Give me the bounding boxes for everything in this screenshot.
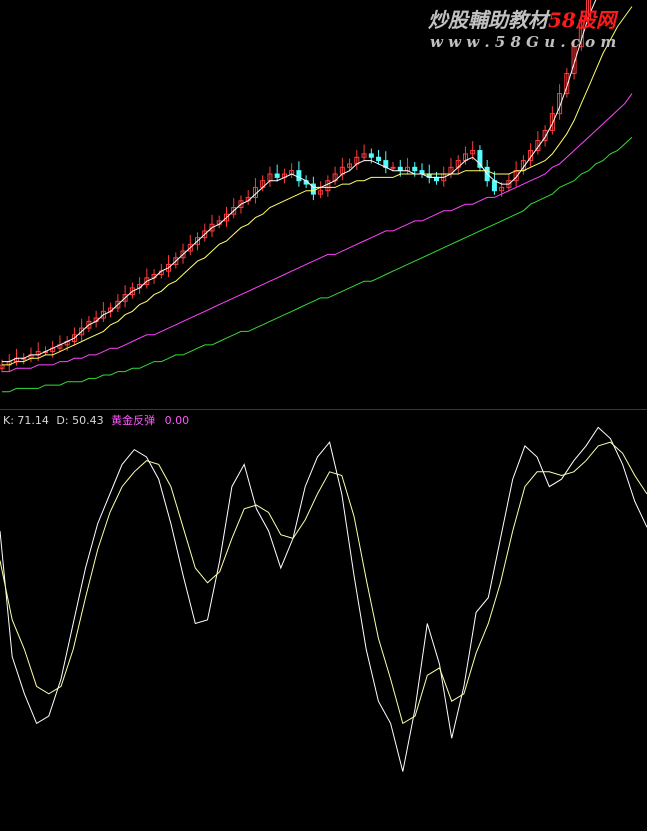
watermark-title-text: 炒股輔助教材 — [428, 8, 548, 32]
candle-body — [274, 173, 280, 178]
candle-body — [397, 166, 403, 172]
signal-value-label: 0.00 — [164, 414, 190, 427]
d-value-label: D: 50.43 — [56, 414, 104, 427]
watermark-title: 炒股輔助教材58股网 — [428, 4, 616, 33]
chart-stage: 炒股輔助教材58股网 w w w . 5 8 G u . c o m K: 71… — [0, 0, 647, 831]
candle-body — [368, 153, 374, 158]
candle-body — [390, 166, 396, 169]
candle-body — [296, 170, 302, 182]
signal-name-label: 黄金反弹 — [111, 414, 156, 427]
moving-averages-group — [2, 0, 633, 393]
ma-very-long-line — [2, 136, 633, 393]
candlestick-group — [0, 0, 597, 373]
watermark-url: w w w . 5 8 G u . c o m — [430, 33, 617, 51]
k-value-label: K: 71.14 — [3, 414, 49, 427]
kd-indicator-group — [0, 426, 647, 772]
d-line — [0, 441, 647, 725]
indicator-legend: K: 71.14 D: 50.43 黄金反弹 0.00 — [3, 412, 189, 428]
k-line — [0, 426, 647, 772]
candle-body — [419, 170, 425, 175]
candle-body — [412, 166, 418, 172]
candle-body — [491, 180, 497, 192]
ma-short-line — [2, 0, 597, 363]
candle-body — [376, 156, 382, 162]
watermark-brand: 58股网 — [548, 8, 616, 32]
